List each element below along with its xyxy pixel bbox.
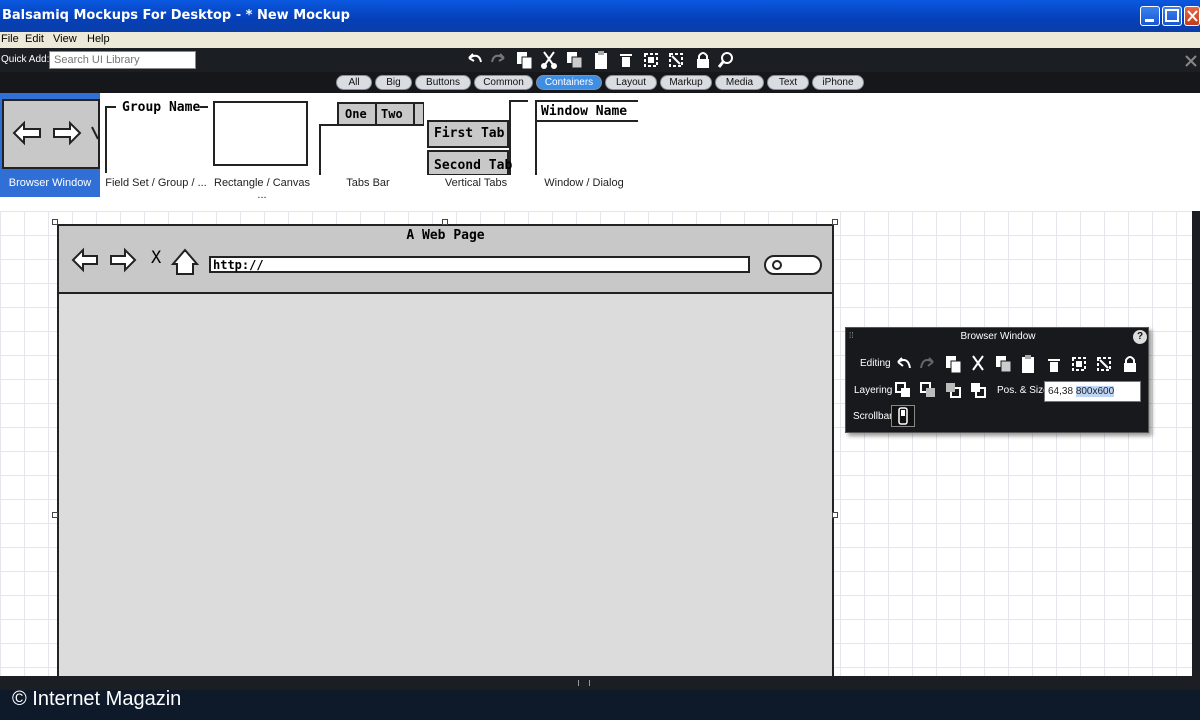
resize-handle[interactable] (442, 219, 448, 225)
bring-forward-icon[interactable] (919, 381, 939, 401)
mockup-page-title: A Web Page (406, 228, 485, 243)
vertical-scrollbar[interactable] (1192, 211, 1200, 676)
library-label-window[interactable]: Window / Dialog (534, 177, 634, 189)
filter-all[interactable]: All (336, 75, 372, 90)
delete-icon[interactable] (617, 50, 635, 70)
filter-buttons[interactable]: Buttons (415, 75, 471, 90)
undo-icon[interactable] (465, 50, 483, 70)
resize-handle[interactable] (52, 219, 58, 225)
help-icon[interactable]: ? (1133, 330, 1147, 344)
library-item-rectangle[interactable] (213, 101, 308, 166)
filter-markup[interactable]: Markup (660, 75, 712, 90)
preview-window-name: Window Name (541, 104, 628, 119)
close-icon (1187, 10, 1198, 22)
library-label-tabs-bar[interactable]: Tabs Bar (318, 177, 418, 189)
resize-handle[interactable] (832, 219, 838, 225)
filter-iphone[interactable]: iPhone (812, 75, 864, 90)
delete-icon[interactable] (1045, 354, 1065, 374)
ungroup-icon[interactable] (667, 50, 685, 70)
paste-icon[interactable] (1019, 354, 1039, 374)
preview-tab-one: One (345, 107, 367, 121)
cut-icon[interactable] (969, 354, 989, 374)
resize-handle[interactable] (52, 512, 58, 518)
tabs-bar-preview-icon (319, 102, 424, 175)
menu-file[interactable]: File (1, 33, 19, 45)
filter-media[interactable]: Media (715, 75, 764, 90)
lock-icon[interactable] (694, 50, 712, 70)
send-backward-icon[interactable] (944, 381, 964, 401)
maximize-icon (1165, 9, 1179, 22)
mockup-search-icon (764, 255, 822, 275)
filter-big[interactable]: Big (375, 75, 412, 90)
maximize-button[interactable] (1162, 6, 1182, 26)
menu-bar: File Edit View Help (0, 32, 1200, 48)
menu-edit[interactable]: Edit (25, 33, 44, 45)
cut-icon[interactable] (540, 50, 558, 70)
layering-label: Layering (854, 385, 893, 396)
preview-first-tab: First Tab (434, 126, 505, 141)
redo-icon[interactable] (919, 354, 939, 374)
window-title: Balsamiq Mockups For Desktop - * New Moc… (2, 8, 350, 23)
resize-handle[interactable] (832, 512, 838, 518)
library-label-fieldset[interactable]: Field Set / Group / ... (104, 177, 208, 189)
library-label-vertical-tabs[interactable]: Vertical Tabs (426, 177, 526, 189)
bring-to-front-icon[interactable] (894, 381, 914, 401)
zoom-icon[interactable] (717, 50, 735, 70)
filter-containers[interactable]: Containers (536, 75, 602, 90)
mockup-nav-icons (71, 247, 200, 275)
title-bar: Balsamiq Mockups For Desktop - * New Moc… (0, 0, 1200, 32)
quick-add-search-input[interactable] (49, 51, 196, 69)
scrollbar-toggle[interactable] (891, 405, 915, 427)
minimize-icon (1145, 19, 1154, 22)
group-icon[interactable] (1070, 354, 1090, 374)
send-to-back-icon[interactable] (969, 381, 989, 401)
mockup-url-field: http:// (209, 256, 750, 273)
watermark: © Internet Magazin (12, 688, 182, 710)
preview-second-tab: Second Tab (434, 158, 513, 173)
properties-title: Browser Window (960, 331, 1036, 342)
library-item-window[interactable]: Window Name (534, 99, 638, 175)
quick-add-label: Quick Add: (1, 54, 50, 65)
mockup-url-text: http:// (213, 258, 264, 272)
duplicate-icon[interactable] (994, 354, 1014, 374)
library-label-rectangle[interactable]: Rectangle / Canvas ... (210, 177, 314, 201)
mockup-stop-icon: X (151, 248, 162, 268)
scrollbar-label: Scrollbar (853, 411, 893, 422)
lock-icon[interactable] (1121, 354, 1141, 374)
browser-nav-preview-icon (12, 120, 99, 146)
properties-panel: ⁞⁞ Browser Window ? Editing Layering Pos… (845, 327, 1149, 433)
editing-label: Editing (860, 358, 891, 369)
library-item-tabs-bar[interactable]: One Two (318, 99, 424, 175)
scrollbar-icon (898, 407, 908, 425)
paste-icon[interactable] (592, 50, 610, 70)
pos-size-field[interactable]: 64,38 800x600 (1044, 381, 1141, 402)
group-icon[interactable] (642, 50, 660, 70)
close-button[interactable] (1184, 6, 1200, 26)
duplicate-icon[interactable] (565, 50, 583, 70)
preview-group-name: Group Name (122, 100, 201, 115)
menu-help[interactable]: Help (87, 33, 110, 45)
collapse-icon[interactable] (1182, 50, 1200, 70)
menu-view[interactable]: View (53, 33, 77, 45)
copy-icon[interactable] (515, 50, 533, 70)
filter-common[interactable]: Common (474, 75, 533, 90)
minimize-button[interactable] (1140, 6, 1160, 26)
position-value: 64,38 (1048, 386, 1074, 397)
preview-tab-two: Two (381, 107, 403, 121)
copy-icon[interactable] (944, 354, 964, 374)
browser-toolbar-mockup: A Web Page X http:// (57, 224, 834, 294)
filter-layout[interactable]: Layout (605, 75, 657, 90)
scroll-grip-icon[interactable] (578, 680, 590, 686)
ungroup-icon[interactable] (1095, 354, 1115, 374)
library-label-browser-window[interactable]: Browser Window (0, 177, 100, 189)
size-value: 800x600 (1075, 386, 1115, 397)
undo-icon[interactable] (894, 354, 914, 374)
redo-icon[interactable] (490, 50, 508, 70)
library-item-fieldset[interactable]: Group Name (104, 93, 208, 173)
library-item-vertical-tabs[interactable]: First Tab Second Tab (426, 99, 530, 175)
filter-text[interactable]: Text (767, 75, 809, 90)
